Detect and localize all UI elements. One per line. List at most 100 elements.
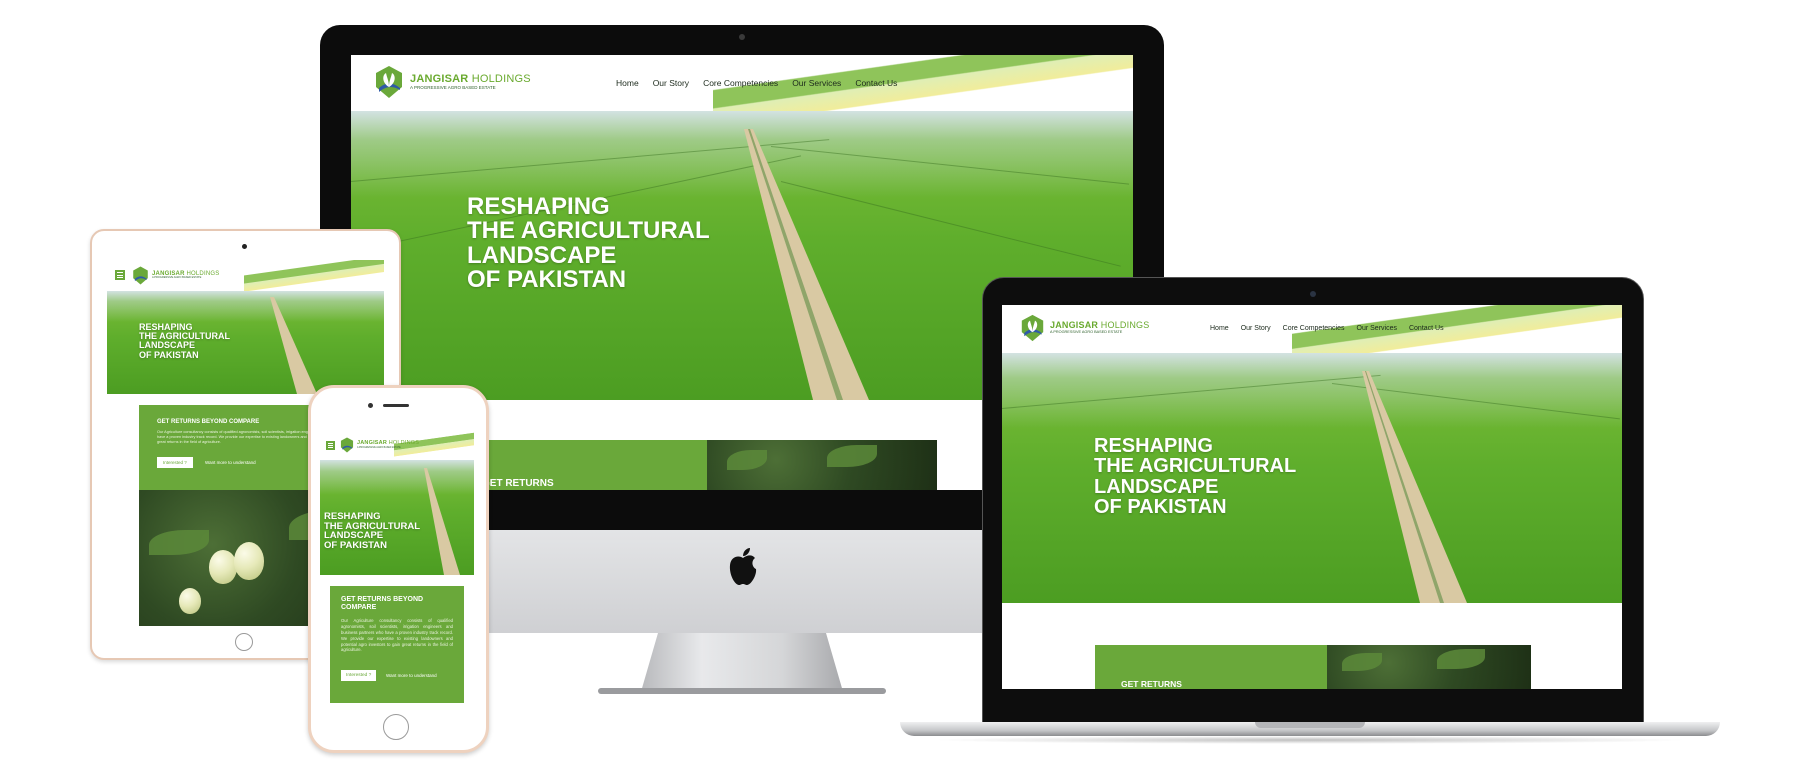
macbook-camera <box>1310 291 1316 297</box>
brand-tagline: A PROGRESSIVE AGRO BASED ESTATE <box>152 276 202 280</box>
menu-bar <box>328 442 333 444</box>
iphone-camera <box>368 403 373 408</box>
brand-name-part1: JANGISAR <box>357 440 388 447</box>
leaf <box>1342 653 1382 671</box>
tomato <box>179 588 201 614</box>
hero-banner: RESHAPING THE AGRICULTURAL LANDSCAPE OF … <box>107 291 384 394</box>
brand-tagline: A PROGRESSIVE AGRO BASED ESTATE <box>357 446 401 449</box>
hero-banner: RESHAPING THE AGRICULTURAL LANDSCAPE OF … <box>320 460 474 575</box>
iphone-speaker <box>383 404 409 407</box>
brand-text: JANGISAR HOLDINGS A PROGRESSIVE AGRO BAS… <box>152 271 219 280</box>
hero-headline: RESHAPING THE AGRICULTURAL LANDSCAPE OF … <box>1094 436 1296 518</box>
returns-heading-line-1: GET RETURNS BEYOND <box>341 596 424 603</box>
hamburger-menu-icon[interactable] <box>115 270 125 280</box>
brand-logo[interactable]: JANGISAR HOLDINGS A PROGRESSIVE AGRO BAS… <box>132 266 219 285</box>
leaf <box>1437 649 1485 669</box>
leaf-shield-logo-icon <box>340 437 354 453</box>
brand-text: JANGISAR HOLDINGS A PROGRESSIVE AGRO BAS… <box>1050 321 1149 335</box>
returns-heading: GET RETURNS <box>482 478 554 489</box>
brand-text: JANGISAR HOLDINGS A PROGRESSIVE AGRO BAS… <box>410 72 531 91</box>
brand-name-part1: JANGISAR <box>1050 320 1099 331</box>
hero-line-2: THE AGRICULTURAL <box>467 217 710 245</box>
leaf-shield-logo-icon <box>132 266 149 285</box>
macbook-screen: JANGISAR HOLDINGS A PROGRESSIVE AGRO BAS… <box>1002 305 1622 689</box>
returns-heading: GET RETURNS BEYOND COMPARE <box>341 596 423 612</box>
menu-bar <box>117 274 123 276</box>
interested-button[interactable]: Interested ? <box>341 670 377 681</box>
leaf-shield-logo-icon <box>374 65 404 99</box>
imac-stand <box>642 633 842 689</box>
hero-line-4: OF PAKISTAN <box>467 266 627 294</box>
ipad-camera <box>242 244 247 249</box>
header-stripe <box>244 260 384 291</box>
main-nav: Home Our Story Core Competencies Our Ser… <box>616 78 897 88</box>
learn-more-link[interactable]: Want more to understand <box>205 460 256 465</box>
nav-home[interactable]: Home <box>616 78 639 88</box>
nav-our-story[interactable]: Our Story <box>653 78 689 88</box>
brand-tagline: A PROGRESSIVE AGRO BASED ESTATE <box>410 84 496 90</box>
brand-logo[interactable]: JANGISAR HOLDINGS A PROGRESSIVE AGRO BAS… <box>1020 314 1149 342</box>
site-header: JANGISAR HOLDINGS A PROGRESSIVE AGRO BAS… <box>320 432 474 460</box>
returns-heading: GET RETURNS BEYOND COMPARE <box>157 419 260 425</box>
ipad-home-button[interactable] <box>235 633 253 651</box>
brand-name-part2: HOLDINGS <box>468 72 531 85</box>
nav-our-services[interactable]: Our Services <box>1357 325 1397 332</box>
imac-stand-foot <box>598 688 886 694</box>
hero-line-1: RESHAPING <box>467 193 610 220</box>
leaf <box>827 445 877 467</box>
iphone-screen: JANGISAR HOLDINGS A PROGRESSIVE AGRO BAS… <box>320 432 474 703</box>
brand-name: JANGISAR HOLDINGS <box>357 440 420 447</box>
leaf <box>149 530 209 555</box>
apple-logo-icon <box>725 545 761 589</box>
nav-home[interactable]: Home <box>1210 325 1229 332</box>
brand-text: JANGISAR HOLDINGS A PROGRESSIVE AGRO BAS… <box>357 440 420 449</box>
nav-contact-us[interactable]: Contact Us <box>1409 325 1444 332</box>
brand-name-part2: HOLDINGS <box>387 440 420 447</box>
brand-tagline: A PROGRESSIVE AGRO BASED ESTATE <box>1050 330 1123 335</box>
menu-bar <box>117 272 123 273</box>
imac-camera <box>739 34 745 40</box>
hero-line-3: LANDSCAPE <box>467 241 617 269</box>
main-nav: Home Our Story Core Competencies Our Ser… <box>1210 325 1444 332</box>
menu-bar <box>328 447 333 449</box>
macbook-device: JANGISAR HOLDINGS A PROGRESSIVE AGRO BAS… <box>900 277 1720 747</box>
hero-line-3: LANDSCAPE <box>1094 475 1219 498</box>
hero-line-2: THE AGRICULTURAL <box>1094 455 1297 478</box>
learn-more-link[interactable]: Want more to understand <box>386 673 437 678</box>
site-header: JANGISAR HOLDINGS A PROGRESSIVE AGRO BAS… <box>107 260 384 291</box>
hero-line-4: OF PAKISTAN <box>139 349 199 360</box>
hero-line-4: OF PAKISTAN <box>1094 496 1227 519</box>
brand-logo[interactable]: JANGISAR HOLDINGS A PROGRESSIVE AGRO BAS… <box>374 65 531 99</box>
returns-heading: GET RETURNS <box>1121 679 1182 689</box>
brand-name-part2: HOLDINGS <box>1098 320 1150 331</box>
iphone-home-button[interactable] <box>383 714 409 740</box>
hero-banner: RESHAPING THE AGRICULTURAL LANDSCAPE OF … <box>1002 353 1622 603</box>
hero-headline: RESHAPING THE AGRICULTURAL LANDSCAPE OF … <box>467 193 710 294</box>
menu-bar <box>328 445 333 446</box>
nav-our-story[interactable]: Our Story <box>1241 325 1271 332</box>
brand-logo[interactable]: JANGISAR HOLDINGS A PROGRESSIVE AGRO BAS… <box>340 437 419 453</box>
macbook-shadow <box>930 736 1690 744</box>
menu-bar <box>117 277 123 278</box>
nav-our-services[interactable]: Our Services <box>792 78 841 88</box>
hero-headline: RESHAPING THE AGRICULTURAL LANDSCAPE OF … <box>324 512 420 551</box>
returns-heading-line-2: COMPARE <box>341 604 377 612</box>
leaf-shield-logo-icon <box>1020 314 1045 342</box>
hero-line-4: OF PAKISTAN <box>324 540 387 552</box>
tomato-photo <box>1327 645 1531 689</box>
hero-headline: RESHAPING THE AGRICULTURAL LANDSCAPE OF … <box>139 322 230 360</box>
brand-name: JANGISAR HOLDINGS <box>1050 321 1149 330</box>
returns-section: GET RETURNS BEYOND COMPARE Our Agricultu… <box>330 586 464 703</box>
nav-core-competencies[interactable]: Core Competencies <box>1283 325 1345 332</box>
nav-contact-us[interactable]: Contact Us <box>855 78 897 88</box>
macbook-notch <box>1255 722 1365 728</box>
site-header: JANGISAR HOLDINGS A PROGRESSIVE AGRO BAS… <box>351 55 1133 111</box>
tomato <box>209 550 237 584</box>
tomato <box>234 542 264 580</box>
site-header: JANGISAR HOLDINGS A PROGRESSIVE AGRO BAS… <box>1002 305 1622 353</box>
interested-button[interactable]: Interested ? <box>157 457 193 468</box>
leaf <box>727 450 767 470</box>
nav-core-competencies[interactable]: Core Competencies <box>703 78 778 88</box>
iphone-device: JANGISAR HOLDINGS A PROGRESSIVE AGRO BAS… <box>308 385 489 753</box>
hamburger-menu-icon[interactable] <box>326 441 335 450</box>
